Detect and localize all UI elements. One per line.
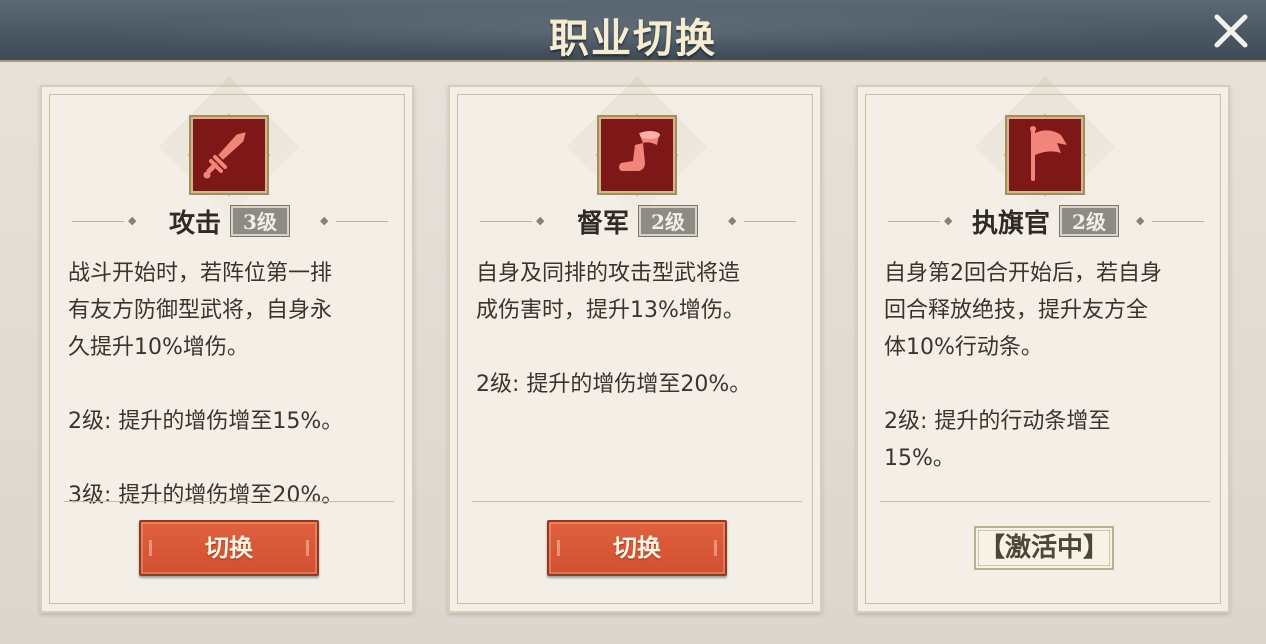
class-description: 自身第2回合开始后，若自身 回合释放绝技，提升友方全 体10%行动条。 2级: … xyxy=(884,255,1214,477)
switch-button[interactable]: 切换 xyxy=(547,520,727,576)
diamond-ornament-icon: ◆ xyxy=(320,214,329,227)
divider-line xyxy=(72,221,124,222)
description-line: 体10%行动条。 xyxy=(884,335,1043,360)
class-name: 执旗官 xyxy=(972,208,1051,239)
level-badge: 2级 xyxy=(1059,205,1119,237)
title-bar: 职业切换 xyxy=(0,0,1266,62)
class-card-supervisor: ◆ 督军 2级 ◆ 自身及同排的攻击型武将造 成伤害时，提升13%增伤。 2级:… xyxy=(448,76,824,613)
diamond-ornament-icon: ◆ xyxy=(944,214,953,227)
class-card-flag-bearer: ◆ 执旗官 2级 ◆ 自身第2回合开始后，若自身 回合释放绝技，提升友方全 体1… xyxy=(856,76,1232,613)
diamond-ornament-icon: ◆ xyxy=(128,214,137,227)
description-line: 成伤害时，提升13%增伤。 xyxy=(476,298,745,323)
card-divider xyxy=(472,501,802,502)
flag-icon xyxy=(1003,113,1087,197)
card-title-row: ◆ 攻击 3级 ◆ xyxy=(42,204,416,239)
description-line: 有友方防御型武将，自身永 xyxy=(68,298,333,323)
class-description: 自身及同排的攻击型武将造 成伤害时，提升13%增伤。 2级: 提升的增伤增至20… xyxy=(476,255,806,403)
divider-line xyxy=(744,221,796,222)
level-badge: 3级 xyxy=(230,205,290,237)
divider-line xyxy=(480,221,532,222)
sword-icon xyxy=(187,113,271,197)
description-line: 久提升10%增伤。 xyxy=(68,335,249,360)
class-name: 攻击 xyxy=(169,208,222,239)
level-effect-line: 2级: 提升的增伤增至20%。 xyxy=(476,372,752,397)
description-line: 战斗开始时，若阵位第一排 xyxy=(68,261,333,286)
description-line: 回合释放绝技，提升友方全 xyxy=(884,298,1149,323)
switch-button-label: 切换 xyxy=(205,533,253,562)
class-description: 战斗开始时，若阵位第一排 有友方防御型武将，自身永 久提升10%增伤。 2级: … xyxy=(68,255,398,514)
page-title: 职业切换 xyxy=(549,15,717,62)
card-divider xyxy=(64,501,394,502)
divider-line xyxy=(336,221,388,222)
description-line: 自身及同排的攻击型武将造 xyxy=(476,261,741,286)
description-line: 自身第2回合开始后，若自身 xyxy=(884,261,1162,286)
switch-button-label: 切换 xyxy=(613,533,661,562)
divider-line xyxy=(888,221,940,222)
close-icon[interactable] xyxy=(1210,10,1252,52)
horn-icon xyxy=(595,113,679,197)
level-effect-line: 2级: 提升的增伤增至15%。 xyxy=(68,409,344,434)
card-title-row: ◆ 督军 2级 ◆ xyxy=(450,204,824,239)
diamond-ornament-icon: ◆ xyxy=(1136,214,1145,227)
level-badge: 2级 xyxy=(638,205,698,237)
switch-button[interactable]: 切换 xyxy=(139,520,319,576)
level-effect-line: 2级: 提升的行动条增至 xyxy=(884,409,1111,434)
level-effect-line: 3级: 提升的增伤增至20%。 xyxy=(68,483,344,508)
class-card-attack: ◆ 攻击 3级 ◆ 战斗开始时，若阵位第一排 有友方防御型武将，自身永 久提升1… xyxy=(40,76,416,613)
card-title-row: ◆ 执旗官 2级 ◆ xyxy=(858,204,1232,239)
level-effect-line: 15%。 xyxy=(884,446,955,471)
divider-line xyxy=(1152,221,1204,222)
active-status-badge: 【激活中】 xyxy=(974,526,1114,570)
diamond-ornament-icon: ◆ xyxy=(728,214,737,227)
close-button[interactable] xyxy=(1210,10,1252,52)
card-divider xyxy=(880,501,1210,502)
diamond-ornament-icon: ◆ xyxy=(536,214,545,227)
class-name: 督军 xyxy=(577,208,630,239)
